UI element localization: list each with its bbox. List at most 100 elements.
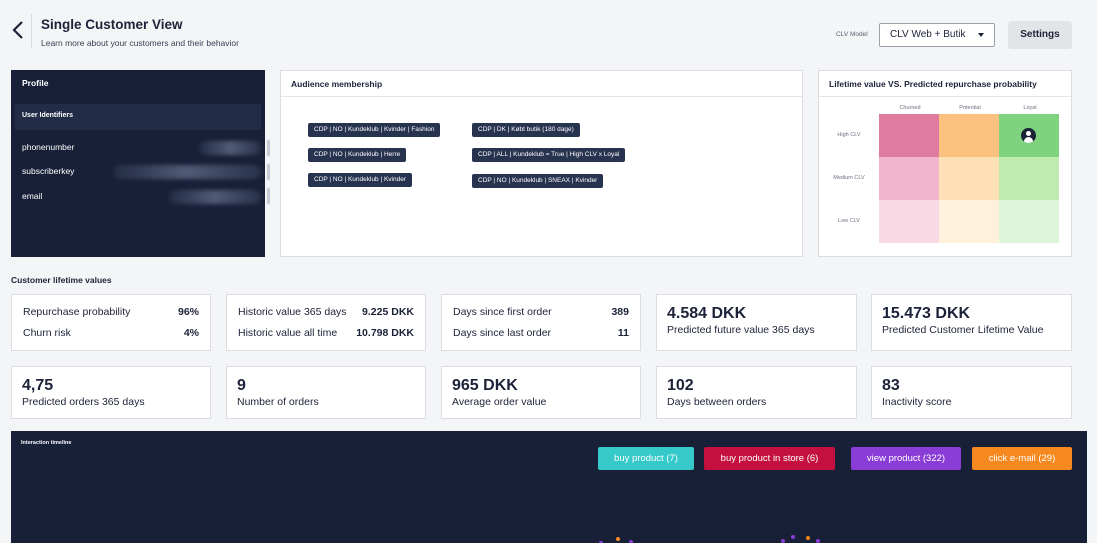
audience-tag: CDP | NO | Kundeklub | Kvinder | Fashion xyxy=(308,123,441,137)
kpi-big-label: Predicted Customer Lifetime Value xyxy=(882,324,1044,336)
matrix-cell xyxy=(999,114,1059,157)
kpi-big-value: 83 xyxy=(882,377,900,394)
kpi-card-inactivity-score: 83 Inactivity score xyxy=(871,366,1072,419)
timeline-event-dot[interactable] xyxy=(616,537,620,541)
kpi-big-value: 102 xyxy=(667,377,694,394)
kpi-big-label: Predicted future value 365 days xyxy=(667,324,815,336)
kpi-big-value: 4.584 DKK xyxy=(667,305,747,322)
clv-model-value: CLV Web + Butik xyxy=(890,29,966,40)
audience-tag: CDP | NO | Kundeklub | Kvinder xyxy=(308,173,413,187)
kpi-card-days-between-orders: 102 Days between orders xyxy=(656,366,857,419)
kpi-label: Historic value 365 days xyxy=(238,306,347,318)
kpi-big-label: Number of orders xyxy=(237,396,319,408)
interaction-timeline-panel: Interaction timeline buy product (7) buy… xyxy=(11,431,1087,543)
legend-click-email[interactable]: click e-mail (29) xyxy=(972,447,1072,470)
divider xyxy=(281,96,802,97)
back-button[interactable] xyxy=(8,20,28,44)
kpi-card-probability: Repurchase probability 96% Churn risk 4% xyxy=(11,294,211,351)
identifier-label-phonenumber: phonenumber xyxy=(22,142,75,152)
kpi-card-historic-value: Historic value 365 days 9.225 DKK Histori… xyxy=(226,294,426,351)
matrix-column-label: Potential xyxy=(959,105,981,111)
header-divider xyxy=(31,14,32,48)
timeline-title: Interaction timeline xyxy=(21,440,72,446)
kpi-card-number-of-orders: 9 Number of orders xyxy=(226,366,426,419)
timeline-event-dot[interactable] xyxy=(806,536,810,540)
kpi-card-predicted-orders: 4,75 Predicted orders 365 days xyxy=(11,366,211,419)
matrix-cell xyxy=(939,157,999,200)
kpi-big-label: Days between orders xyxy=(667,396,767,408)
timeline-event-dot[interactable] xyxy=(791,535,795,539)
customer-avatar-icon[interactable] xyxy=(1021,128,1036,143)
audience-tag: CDP | NO | Kundeklub | SNEAX | Kvinder xyxy=(472,174,604,188)
scrollbar[interactable] xyxy=(267,188,270,204)
scrollbar[interactable] xyxy=(267,140,270,156)
matrix-row-label: Low CLV xyxy=(838,218,860,224)
timeline-event-dot[interactable] xyxy=(816,539,820,543)
kpi-card-predicted-future-value: 4.584 DKK Predicted future value 365 day… xyxy=(656,294,857,351)
redacted-email xyxy=(169,190,261,204)
redacted-phonenumber xyxy=(199,141,261,155)
audience-title: Audience membership xyxy=(291,79,383,89)
kpi-value: 9.225 DKK xyxy=(362,306,414,318)
clv-model-select[interactable]: CLV Web + Butik xyxy=(879,23,995,47)
legend-buy-product[interactable]: buy product (7) xyxy=(598,447,694,470)
matrix-cell xyxy=(879,157,939,200)
kpi-big-value: 4,75 xyxy=(22,377,54,394)
kpi-big-value: 965 DKK xyxy=(452,377,518,394)
caret-down-icon xyxy=(978,33,984,37)
kpi-row: Days since last order 11 xyxy=(453,327,629,339)
chevron-left-icon xyxy=(12,21,23,39)
kpi-value: 4% xyxy=(183,327,199,339)
kpi-big-label: Average order value xyxy=(452,396,547,408)
page-title: Single Customer View xyxy=(41,17,183,32)
kpi-big-value: 15.473 DKK xyxy=(882,305,971,322)
matrix-row-label: High CLV xyxy=(837,132,861,138)
ltv-matrix-panel: Lifetime value VS. Predicted repurchase … xyxy=(818,70,1072,257)
identifier-label-email: email xyxy=(22,191,43,201)
matrix-column-label: Churned xyxy=(899,105,921,111)
divider xyxy=(819,96,1071,97)
identifier-label-subscriberkey: subscriberkey xyxy=(22,166,75,176)
redacted-subscriberkey xyxy=(113,165,261,179)
kpi-label: Historic value all time xyxy=(238,327,338,339)
audience-tag: CDP | ALL | Kundeklub = True | High CLV … xyxy=(472,148,626,162)
audience-tag: CDP | DK | Købt butik (180 dage) xyxy=(472,123,580,137)
kpi-row: Historic value 365 days 9.225 DKK xyxy=(238,306,414,318)
kpi-card-average-order-value: 965 DKK Average order value xyxy=(441,366,641,419)
profile-panel: Profile User Identifiers phonenumber sub… xyxy=(11,70,270,257)
kpi-big-value: 9 xyxy=(237,377,246,394)
kpi-label: Days since first order xyxy=(453,306,552,318)
user-identifiers-heading-label: User Identifiers xyxy=(22,112,73,119)
audience-membership-panel: Audience membership CDP | NO | Kundeklub… xyxy=(280,70,803,257)
matrix-cell xyxy=(939,114,999,157)
audience-tag: CDP | NO | Kundeklub | Herre xyxy=(308,148,407,162)
matrix-cell xyxy=(999,200,1059,243)
clv-section-label: Customer lifetime values xyxy=(11,275,112,285)
kpi-label: Churn risk xyxy=(23,327,71,339)
settings-button[interactable]: Settings xyxy=(1008,21,1072,49)
legend-buy-product-in-store[interactable]: buy product in store (6) xyxy=(704,447,835,470)
page-subtitle: Learn more about your customers and thei… xyxy=(41,38,239,48)
kpi-card-predicted-clv: 15.473 DKK Predicted Customer Lifetime V… xyxy=(871,294,1072,351)
page-header: Single Customer View Learn more about yo… xyxy=(0,0,1097,60)
matrix-row-label: Medium CLV xyxy=(833,175,865,181)
clv-model-label: CLV Model xyxy=(836,31,868,38)
kpi-value: 10.798 DKK xyxy=(356,327,414,339)
scrollbar[interactable] xyxy=(267,164,270,180)
kpi-row: Historic value all time 10.798 DKK xyxy=(238,327,414,339)
matrix-cell xyxy=(879,114,939,157)
kpi-big-label: Inactivity score xyxy=(882,396,952,408)
timeline-event-dot[interactable] xyxy=(781,539,785,543)
matrix-cell xyxy=(939,200,999,243)
kpi-value: 11 xyxy=(617,327,629,339)
user-identifiers-heading: User Identifiers xyxy=(15,104,261,130)
kpi-row: Churn risk 4% xyxy=(23,327,199,339)
kpi-value: 389 xyxy=(611,306,629,318)
matrix-cell xyxy=(879,200,939,243)
profile-title: Profile xyxy=(22,78,49,88)
matrix-column-label: Loyal xyxy=(1023,105,1037,111)
kpi-value: 96% xyxy=(177,306,199,318)
kpi-label: Repurchase probability xyxy=(23,306,131,318)
kpi-card-days-since: Days since first order 389 Days since las… xyxy=(441,294,641,351)
legend-view-product[interactable]: view product (322) xyxy=(851,447,961,470)
